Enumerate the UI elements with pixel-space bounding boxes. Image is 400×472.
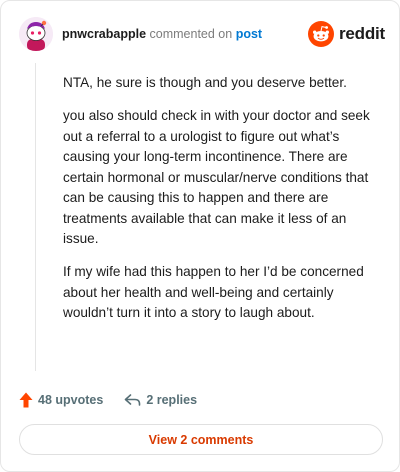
upvote-count: 48 upvotes [38, 393, 104, 407]
post-link[interactable]: post [236, 27, 262, 41]
replies-button[interactable]: 2 replies [124, 393, 197, 407]
reddit-snoo-logo-icon [307, 21, 334, 47]
username-link[interactable]: pnwcrabapple [62, 27, 146, 41]
snoo-avatar-icon [19, 17, 53, 51]
comment-meta: pnwcrabapple commented on post [62, 27, 262, 41]
upvote-arrow-icon [19, 392, 33, 408]
comment-body: NTA, he sure is though and you deserve b… [63, 73, 375, 336]
avatar[interactable] [19, 17, 53, 51]
commented-on-text: commented on [149, 27, 233, 41]
reddit-wordmark: reddit [338, 24, 385, 43]
view-comments-button[interactable]: View 2 comments [19, 424, 383, 455]
comment-card: pnwcrabapple commented on post reddit NT… [0, 0, 400, 472]
thread-line [35, 63, 36, 371]
comment-actions: 48 upvotes 2 replies [19, 390, 197, 410]
comment-paragraph: If my wife had this happen to her I’d be… [63, 264, 364, 320]
reply-arrow-icon [125, 394, 141, 406]
comment-header: pnwcrabapple commented on post reddit [19, 17, 385, 53]
comment-paragraph: NTA, he sure is though and you deserve b… [63, 75, 347, 90]
upvote-button[interactable]: 48 upvotes [19, 392, 103, 408]
comment-paragraph: you also should check in with your docto… [63, 108, 370, 246]
reply-count: 2 replies [146, 393, 198, 407]
reddit-logo[interactable]: reddit [307, 21, 385, 47]
